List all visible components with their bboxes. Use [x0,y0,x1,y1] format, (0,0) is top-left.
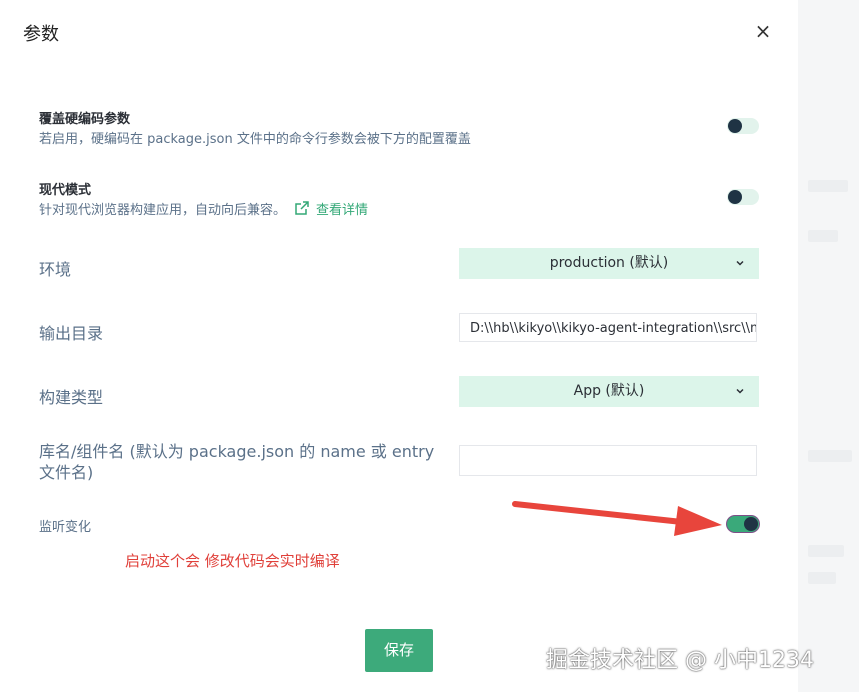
backdrop-ghost [808,180,848,192]
env-label: 环境 [39,260,72,279]
watch-label: 监听变化 [39,520,92,535]
toggle-knob [728,119,742,133]
watch-toggle[interactable] [727,516,759,532]
watermark: 掘金技术社区 @ 小中1234 [546,648,814,673]
modern-toggle[interactable] [727,189,759,205]
override-desc: 若启用，硬编码在 package.json 文件中的命令行参数会被下方的配置覆盖 [39,132,471,147]
backdrop-ghost [808,450,852,462]
external-link-icon[interactable] [294,200,310,220]
backdrop-ghost [808,230,838,242]
modern-desc-row: 针对现代浏览器构建应用，自动向后兼容。 查看详情 [39,199,368,220]
annotation-arrow [512,501,722,536]
output-dir-input[interactable]: D:\\hb\\kikyo\\kikyo-agent-integration\\… [459,313,757,342]
close-icon[interactable]: × [752,20,774,42]
save-button[interactable]: 保存 [365,629,433,672]
lib-name-input[interactable] [459,445,757,476]
annotation-note: 启动这个会 修改代码会实时编译 [125,552,340,570]
override-title: 覆盖硬编码参数 [39,112,131,127]
modern-desc: 针对现代浏览器构建应用，自动向后兼容。 [39,203,287,218]
override-toggle[interactable] [727,118,759,134]
backdrop [798,0,859,692]
modern-title: 现代模式 [39,183,92,198]
chevron-down-icon [736,260,744,266]
params-dialog: 参数 × 覆盖硬编码参数 若启用，硬编码在 package.json 文件中的命… [0,0,798,692]
build-type-select[interactable]: App (默认) [459,376,759,407]
env-select-value: production (默认) [549,255,669,271]
env-select[interactable]: production (默认) [459,248,759,279]
backdrop-ghost [808,545,844,557]
output-label: 输出目录 [39,324,104,343]
view-details-link[interactable]: 查看详情 [316,203,368,218]
dialog-title: 参数 [23,24,59,45]
chevron-down-icon [736,388,744,394]
toggle-knob [744,517,758,531]
lib-name-label: 库名/组件名 (默认为 package.json 的 name 或 entry … [39,442,435,482]
backdrop-ghost [808,572,836,584]
toggle-knob [728,190,742,204]
build-type-select-value: App (默认) [573,383,645,399]
build-type-label: 构建类型 [39,388,104,407]
